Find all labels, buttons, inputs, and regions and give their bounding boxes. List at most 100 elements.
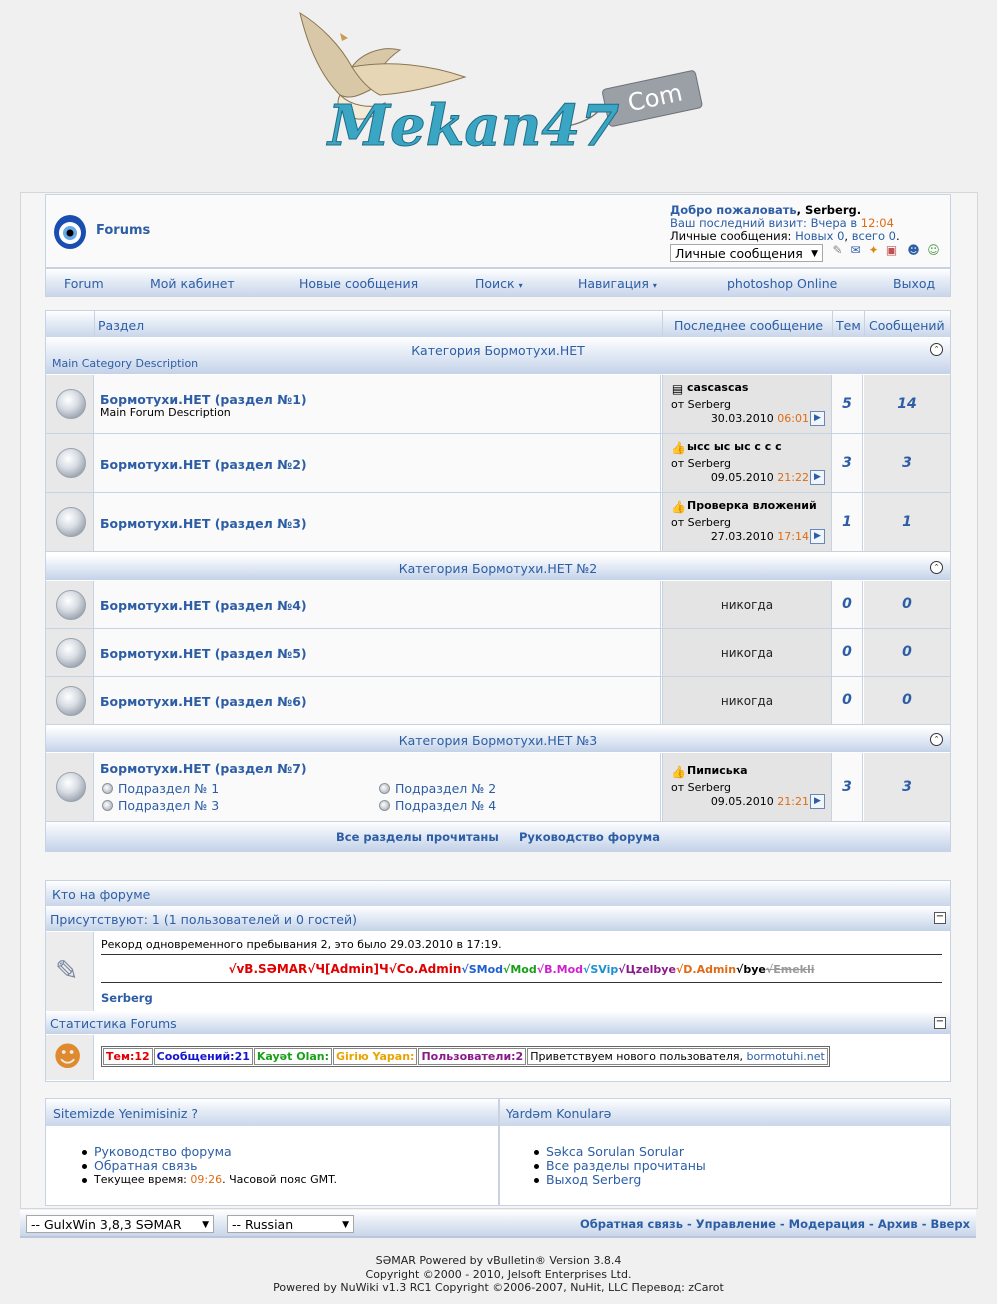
forum-title-link[interactable]: Бормотухи.НЕТ (раздел №5) — [100, 646, 307, 661]
category-title[interactable]: Категория Бормотухи.НЕТ №3 — [46, 733, 950, 748]
collapse-icon[interactable]: − — [934, 912, 946, 924]
whos-online-box: Кто на форуме Присутствуют: 1 (1 пользов… — [45, 880, 951, 1082]
language-select[interactable]: -- Russian ▼ — [227, 1215, 354, 1233]
forum-guide-link[interactable]: Руководство форума — [519, 830, 660, 844]
forum-title-link[interactable]: Бормотухи.НЕТ (раздел №4) — [100, 598, 307, 613]
mark-all-read-link[interactable]: Все разделы прочитаны — [336, 830, 499, 844]
usergroup-label: √bye — [736, 963, 766, 976]
top-link[interactable]: Вверх — [931, 1217, 971, 1231]
new-here-title[interactable]: Sitemizde Yenimisiniz ? — [53, 1106, 198, 1121]
admin-link[interactable]: Управление — [696, 1217, 776, 1231]
category-header[interactable]: Категория Бормотухи.НЕТ ⌃ Main Category … — [46, 338, 950, 374]
collapse-icon[interactable]: ⌃ — [930, 561, 943, 574]
copyright-line: SƏMAR Powered by vBulletin® Version 3.8.… — [375, 1254, 622, 1267]
style-select[interactable]: -- GulxWin 3,8,3 SƏMAR ▼ — [26, 1215, 214, 1233]
archive-link[interactable]: Архив — [878, 1217, 918, 1231]
tools-icon[interactable]: ✎ — [830, 243, 845, 258]
chevron-down-icon: ▾ — [652, 281, 657, 290]
star-message-icon[interactable]: ✦ — [866, 243, 881, 258]
forum-row: Бормотухи.НЕТ (раздел №3) 👍Проверка влож… — [46, 493, 950, 552]
pm-select[interactable]: Личные сообщения ▼ — [670, 244, 823, 262]
last-post-author[interactable]: от Serberg — [671, 516, 731, 529]
whos-online-header: Кто на форуме — [46, 881, 950, 906]
col-posts: Сообщений — [869, 318, 945, 333]
add-user-icon[interactable]: ☺ — [926, 243, 941, 258]
go-to-last-post-icon[interactable]: ▶ — [810, 794, 825, 809]
list-item[interactable]: Выход Serberg — [532, 1173, 706, 1187]
message-icon[interactable]: ✉ — [848, 243, 863, 258]
category-header[interactable]: Категория Бормотухи.НЕТ №2 ⌃ — [46, 556, 950, 580]
pm-new[interactable]: Новых 0 — [795, 229, 844, 243]
whos-online-title[interactable]: Кто на форуме — [52, 887, 150, 902]
collapse-icon[interactable]: − — [934, 1017, 946, 1029]
go-to-last-post-icon[interactable]: ▶ — [810, 470, 825, 485]
forum-title-link[interactable]: Бормотухи.НЕТ (раздел №1) — [100, 392, 307, 407]
stats-title[interactable]: Статистика Forums — [50, 1016, 177, 1031]
go-to-last-post-icon[interactable]: ▶ — [810, 411, 825, 426]
thread-count: 3 — [842, 455, 852, 471]
forum-title-link[interactable]: Бормотухи.НЕТ (раздел №7) — [100, 761, 307, 776]
nav-logout[interactable]: Выход — [893, 276, 935, 291]
contact-link[interactable]: Обратная связь — [580, 1217, 683, 1231]
forum-title-link[interactable]: Бормотухи.НЕТ (раздел №2) — [100, 457, 307, 472]
user-icon[interactable]: ☻ — [906, 243, 921, 258]
last-post-title[interactable]: 👍Пиписька — [671, 764, 748, 779]
nav-search[interactable]: Поиск ▾ — [475, 276, 523, 291]
help-topics-list: Səkca Sorulan Sorular Все разделы прочит… — [532, 1145, 706, 1187]
forum-title-link[interactable]: Бормотухи.НЕТ (раздел №3) — [100, 516, 307, 531]
welcome-user[interactable]: Serberg — [805, 203, 857, 217]
present-count[interactable]: Присутствуют: 1 (1 пользователей и 0 гос… — [50, 912, 357, 927]
table-footer: Все разделы прочитаны Руководство форума — [46, 822, 950, 851]
subforum-link[interactable]: Подраздел № 1 — [102, 781, 219, 796]
go-to-last-post-icon[interactable]: ▶ — [810, 529, 825, 544]
collapse-icon[interactable]: ⌃ — [930, 343, 943, 356]
welcome-prefix: Добро пожаловать — [670, 203, 797, 217]
category-header[interactable]: Категория Бормотухи.НЕТ №3 ⌃ — [46, 728, 950, 752]
thumbs-up-icon: 👍 — [671, 500, 686, 514]
nav-photoshop-online[interactable]: photoshop Online — [727, 276, 837, 291]
subforum-link[interactable]: Подраздел № 4 — [379, 798, 496, 813]
collapse-icon[interactable]: ⌃ — [930, 733, 943, 746]
last-post-author[interactable]: от Serberg — [671, 457, 731, 470]
nav-navigation[interactable]: Навигация ▾ — [578, 276, 657, 291]
last-post-date: 27.03.2010 17:14 — [710, 530, 809, 543]
calendar-icon[interactable]: ▣ — [884, 243, 899, 258]
copyright: SƏMAR Powered by vBulletin® Version 3.8.… — [0, 1254, 997, 1295]
new-here-box: Sitemizde Yenimisiniz ? Руководство фору… — [45, 1098, 499, 1206]
forum-title[interactable]: Forums — [96, 223, 150, 238]
stat-item: Сообщений:21 — [153, 1048, 253, 1065]
online-users-icon: ✎ — [55, 954, 79, 987]
last-post-never: никогда — [720, 694, 774, 708]
document-icon: ▤ — [671, 382, 684, 396]
post-count: 0 — [902, 692, 912, 708]
category-title[interactable]: Категория Бормотухи.НЕТ №2 — [46, 561, 950, 576]
nav-new-posts[interactable]: Новые сообщения — [299, 276, 418, 291]
list-item[interactable]: Обратная связь — [80, 1159, 337, 1173]
last-post-author[interactable]: от Serberg — [671, 781, 731, 794]
subforum-link[interactable]: Подраздел № 2 — [379, 781, 496, 796]
site-logo[interactable]: Com Mekan47 — [280, 5, 720, 165]
forum-title-link[interactable]: Бормотухи.НЕТ (раздел №6) — [100, 694, 307, 709]
list-item[interactable]: Səkca Sorulan Sorular — [532, 1145, 706, 1159]
last-post-title[interactable]: 👍Проверка вложений — [671, 499, 817, 514]
help-topics-title[interactable]: Yardəm Konularə — [506, 1106, 611, 1121]
usergroup-label: √Цzelbye — [618, 963, 676, 976]
list-item[interactable]: Руководство форума — [80, 1145, 337, 1159]
nav-my-account[interactable]: Мой кабинет — [150, 276, 235, 291]
thread-count: 1 — [842, 514, 852, 530]
online-user-link[interactable]: Serberg — [101, 991, 153, 1005]
forum-status-icon — [56, 590, 86, 620]
last-post-author[interactable]: от Serberg — [671, 398, 731, 411]
list-item[interactable]: Все разделы прочитаны — [532, 1159, 706, 1173]
pm-total[interactable]: всего 0 — [852, 229, 896, 243]
last-post-title[interactable]: ▤ cascascas — [671, 381, 749, 396]
usergroup-label: √Mod — [503, 963, 537, 976]
last-post-title[interactable]: 👍ысс ыс ыс с с с — [671, 440, 782, 455]
stat-item: Пользователи:2 — [418, 1048, 527, 1065]
nav-forum[interactable]: Forum — [64, 276, 104, 291]
moderation-link[interactable]: Модерация — [789, 1217, 865, 1231]
newest-user-link[interactable]: bormotuhi.net — [746, 1050, 824, 1063]
category-title[interactable]: Категория Бормотухи.НЕТ — [46, 343, 950, 358]
welcome-new-user-text: Приветствуем нового пользователя, — [530, 1050, 743, 1063]
subforum-link[interactable]: Подраздел № 3 — [102, 798, 219, 813]
